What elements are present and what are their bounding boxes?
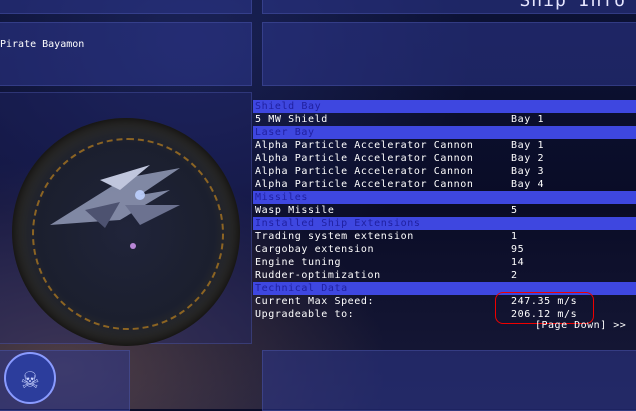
name-panel bbox=[0, 22, 252, 86]
item-name: Cargobay extension bbox=[255, 244, 375, 255]
table-row: Alpha Particle Accelerator Cannon Bay 3 bbox=[253, 165, 636, 178]
item-value: Bay 1 bbox=[511, 140, 545, 151]
item-name: Alpha Particle Accelerator Cannon bbox=[255, 166, 474, 177]
item-name: Current Max Speed: bbox=[255, 296, 375, 307]
item-value: 5 bbox=[511, 205, 518, 216]
item-name: Trading system extension bbox=[255, 231, 414, 242]
table-row: Wasp Missile 5 bbox=[253, 204, 636, 217]
table-row: 5 MW Shield Bay 1 bbox=[253, 113, 636, 126]
item-name: Upgradeable to: bbox=[255, 309, 355, 320]
ship-info-table: Shield Bay 5 MW Shield Bay 1 Laser Bay A… bbox=[253, 100, 636, 321]
section-header-shield: Shield Bay bbox=[253, 100, 636, 113]
item-value: Bay 1 bbox=[511, 114, 545, 125]
item-name: 5 MW Shield bbox=[255, 114, 328, 125]
item-name: Alpha Particle Accelerator Cannon bbox=[255, 153, 474, 164]
table-row: Cargobay extension 95 bbox=[253, 243, 636, 256]
table-row: Rudder-optimization 2 bbox=[253, 269, 636, 282]
item-value: 95 bbox=[511, 244, 525, 255]
ship-name: Pirate Bayamon bbox=[0, 39, 85, 50]
item-value: Bay 3 bbox=[511, 166, 545, 177]
page-title: Ship Info bbox=[519, 0, 626, 11]
item-value: Bay 2 bbox=[511, 153, 545, 164]
table-row: Engine tuning 14 bbox=[253, 256, 636, 269]
section-header-laser: Laser Bay bbox=[253, 126, 636, 139]
item-name: Alpha Particle Accelerator Cannon bbox=[255, 179, 474, 190]
table-row: Alpha Particle Accelerator Cannon Bay 4 bbox=[253, 178, 636, 191]
name-panel-right bbox=[262, 22, 636, 86]
item-value: 1 bbox=[511, 231, 518, 242]
page-down-link[interactable]: [Page Down] >> bbox=[535, 320, 626, 331]
section-header-extensions: Installed Ship Extensions bbox=[253, 217, 636, 230]
item-name: Wasp Missile bbox=[255, 205, 335, 216]
table-row: Alpha Particle Accelerator Cannon Bay 2 bbox=[253, 152, 636, 165]
item-name: Engine tuning bbox=[255, 257, 342, 268]
ship-model-image bbox=[50, 165, 180, 249]
table-row: Alpha Particle Accelerator Cannon Bay 1 bbox=[253, 139, 636, 152]
pirate-faction-icon: ☠ bbox=[4, 352, 56, 404]
item-name: Rudder-optimization bbox=[255, 270, 381, 281]
section-header-missiles: Missiles bbox=[253, 191, 636, 204]
item-value: 14 bbox=[511, 257, 525, 268]
item-value: Bay 4 bbox=[511, 179, 545, 190]
item-name: Alpha Particle Accelerator Cannon bbox=[255, 140, 474, 151]
item-value: 2 bbox=[511, 270, 518, 281]
top-left-panel bbox=[0, 0, 252, 14]
bottom-right-panel bbox=[262, 350, 636, 411]
table-row: Trading system extension 1 bbox=[253, 230, 636, 243]
